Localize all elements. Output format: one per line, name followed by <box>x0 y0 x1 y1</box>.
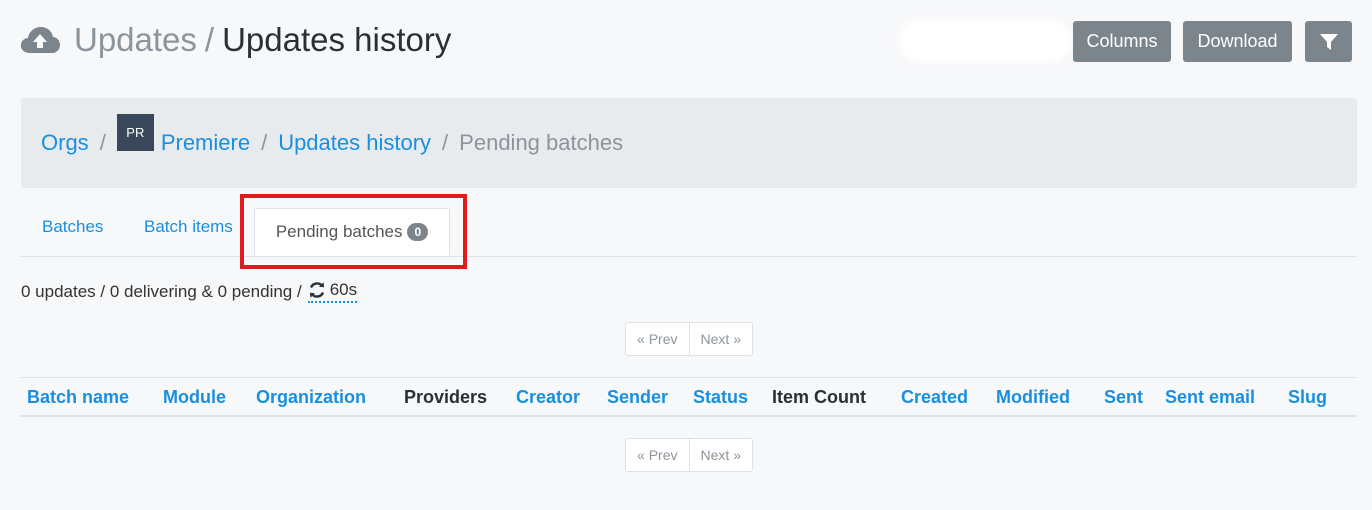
pagination-bottom: « Prev Next » <box>625 438 753 472</box>
breadcrumb-current: Pending batches <box>459 130 624 155</box>
breadcrumb-updates-history-link[interactable]: Updates history <box>278 130 431 156</box>
breadcrumb-orgs-link[interactable]: Orgs <box>41 130 89 156</box>
filter-button[interactable] <box>1305 21 1352 62</box>
next-page-button[interactable]: Next » <box>688 323 753 355</box>
refresh-toggle[interactable]: 60s <box>307 280 358 303</box>
breadcrumb-org-link[interactable]: Premiere <box>161 130 250 156</box>
pagination-top: « Prev Next » <box>625 322 753 356</box>
prev-page-button[interactable]: « Prev <box>626 323 689 355</box>
column-created[interactable]: Created <box>901 387 968 408</box>
column-creator[interactable]: Creator <box>516 387 580 408</box>
columns-button[interactable]: Columns <box>1073 21 1171 62</box>
table-header: Batch name Module Organization Providers… <box>21 377 1357 417</box>
cloud-upload-icon <box>20 27 60 53</box>
highlight-box <box>240 194 467 269</box>
column-batch-name[interactable]: Batch name <box>27 387 129 408</box>
prev-page-button[interactable]: « Prev <box>626 439 689 471</box>
column-module[interactable]: Module <box>163 387 226 408</box>
breadcrumb-separator: / <box>99 130 106 155</box>
title-separator: / <box>204 21 215 58</box>
redacted-area <box>905 26 1065 56</box>
org-avatar[interactable]: PR <box>116 113 154 151</box>
page-title: Updates history <box>222 21 452 58</box>
tab-batch-items[interactable]: Batch items <box>144 217 233 237</box>
breadcrumb-separator: / <box>442 130 449 155</box>
filter-icon <box>1319 33 1338 50</box>
tab-batches[interactable]: Batches <box>42 217 103 237</box>
column-status[interactable]: Status <box>693 387 748 408</box>
column-sender[interactable]: Sender <box>607 387 668 408</box>
column-organization[interactable]: Organization <box>256 387 366 408</box>
tab-bar: Batches Batch items Pending batches 0 <box>21 205 1357 257</box>
column-sent-email[interactable]: Sent email <box>1165 387 1255 408</box>
page-header: Updates / Updates history <box>20 18 451 62</box>
breadcrumb-bar: Orgs / PR Premiere / Updates history / P… <box>21 98 1357 188</box>
section-title[interactable]: Updates <box>74 21 197 59</box>
column-providers: Providers <box>404 387 488 407</box>
breadcrumb-separator: / <box>261 130 268 155</box>
summary-text: 0 updates / 0 delivering & 0 pending / <box>21 281 302 301</box>
updates-summary: 0 updates / 0 delivering & 0 pending / 6… <box>21 280 358 303</box>
download-button[interactable]: Download <box>1183 21 1292 62</box>
column-modified[interactable]: Modified <box>996 387 1070 408</box>
column-sent[interactable]: Sent <box>1104 387 1143 408</box>
next-page-button[interactable]: Next » <box>688 439 753 471</box>
column-slug[interactable]: Slug <box>1288 387 1327 408</box>
breadcrumb: Orgs / PR Premiere / Updates history / P… <box>41 98 623 188</box>
refresh-interval: 60s <box>329 280 358 299</box>
refresh-icon <box>309 282 324 298</box>
column-item-count: Item Count <box>772 387 866 407</box>
